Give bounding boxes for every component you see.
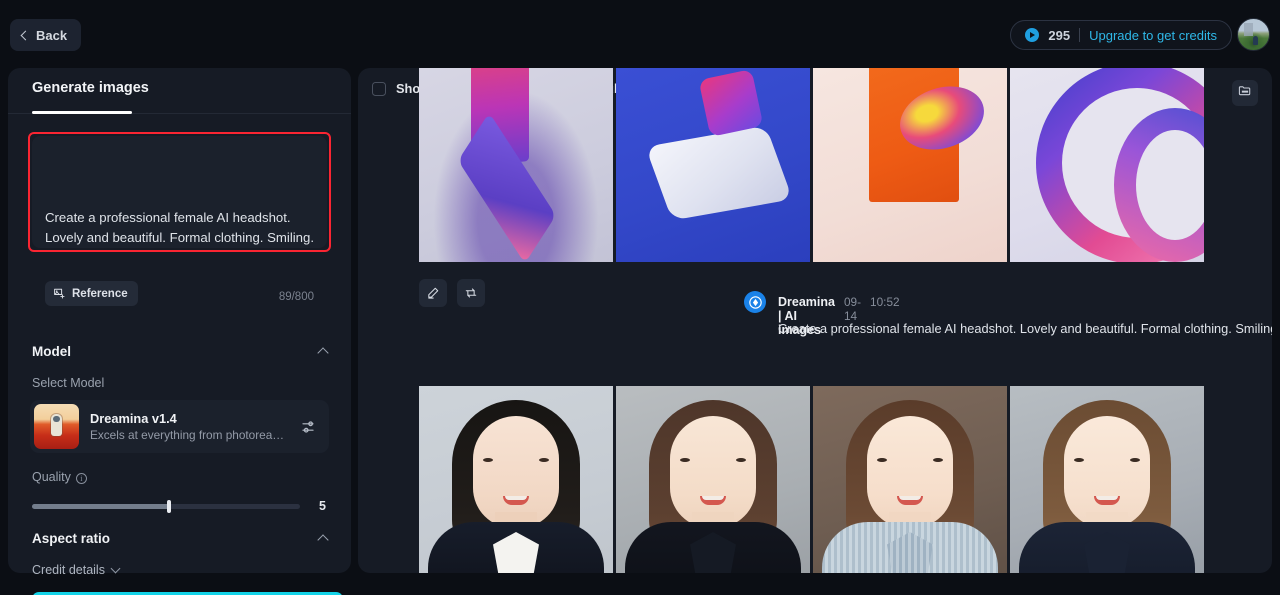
sliders-icon[interactable] [301,419,317,435]
result-image-row [419,68,1204,262]
folder-icon [1238,84,1252,103]
top-bar: Back 295 Upgrade to get credits [0,0,1280,68]
edit-button[interactable] [419,279,447,307]
aspect-ratio-title: Aspect ratio [32,531,111,546]
result-image-row [419,386,1204,573]
result-actions [419,279,485,307]
slider-handle[interactable] [166,500,171,513]
result-image[interactable] [616,68,810,262]
result-time: 10:52 [870,295,900,309]
slider-fill [32,504,169,509]
model-section-header[interactable]: Model [32,344,329,359]
folder-button[interactable] [1232,80,1258,106]
reference-button[interactable]: Reference [45,281,138,306]
credit-details-label: Credit details [32,563,105,577]
model-info: Dreamina v1.4 Excels at everything from … [90,411,286,442]
quality-slider[interactable] [32,500,300,513]
credit-details-toggle[interactable]: Credit details [32,563,121,577]
checkbox-box[interactable] [372,81,386,96]
quality-label: Quality [32,470,71,484]
model-card[interactable]: Dreamina v1.4 Excels at everything from … [30,400,329,453]
upgrade-link[interactable]: Upgrade to get credits [1089,28,1217,43]
avatar[interactable] [1237,18,1270,51]
image-plus-icon [53,287,66,300]
result-image[interactable] [419,68,613,262]
reference-button-label: Reference [72,287,128,300]
result-image[interactable] [1010,386,1204,573]
panel-tabs: Generate images [8,68,351,114]
model-name: Dreamina v1.4 [90,411,177,426]
tab-generate-images[interactable]: Generate images [32,80,149,96]
info-icon[interactable]: i [75,472,87,484]
gallery-scroll-area[interactable]: Dreamina | AI images 09-14 10:52 Create … [358,68,1272,573]
back-button[interactable]: Back [10,19,82,51]
coin-icon [1025,28,1040,42]
chevron-down-icon [110,563,121,574]
divider [1079,28,1081,42]
result-image[interactable] [616,386,810,573]
credits-value: 295 [1048,27,1071,43]
select-model-label: Select Model [32,376,105,390]
model-description: Excels at everything from photoreali... [90,428,286,442]
dreamina-logo-icon [744,291,766,313]
quality-value: 5 [319,499,326,513]
quality-label-row: Quality i [32,470,87,484]
chevron-up-icon[interactable] [317,534,329,546]
model-section-title: Model [32,344,71,359]
generate-panel: Generate images Create a professional fe… [8,68,351,595]
result-image[interactable] [813,386,1007,573]
aspect-ratio-section-header[interactable]: Aspect ratio [32,531,329,546]
chevron-left-icon [20,30,31,40]
credits-pill[interactable]: 295 Upgrade to get credits [1010,20,1232,50]
result-prompt: Create a professional female AI headshot… [778,321,1272,336]
prompt-text[interactable]: Create a professional female AI headshot… [45,208,325,247]
result-image[interactable] [1010,68,1204,262]
char-counter: 89/800 [278,291,314,303]
gallery-panel: Show Favorites only Group results by pro… [358,68,1272,573]
back-button-label: Back [36,27,68,43]
chevron-up-icon[interactable] [317,347,329,359]
result-image[interactable] [813,68,1007,262]
result-image[interactable] [419,386,613,573]
regenerate-button[interactable] [457,279,485,307]
app-root: Back 295 Upgrade to get credits Generate… [0,0,1280,595]
model-thumbnail-icon [34,404,79,449]
result-prompt-row: Create a professional female AI headshot… [778,319,1272,338]
tab-active-indicator [32,111,132,114]
